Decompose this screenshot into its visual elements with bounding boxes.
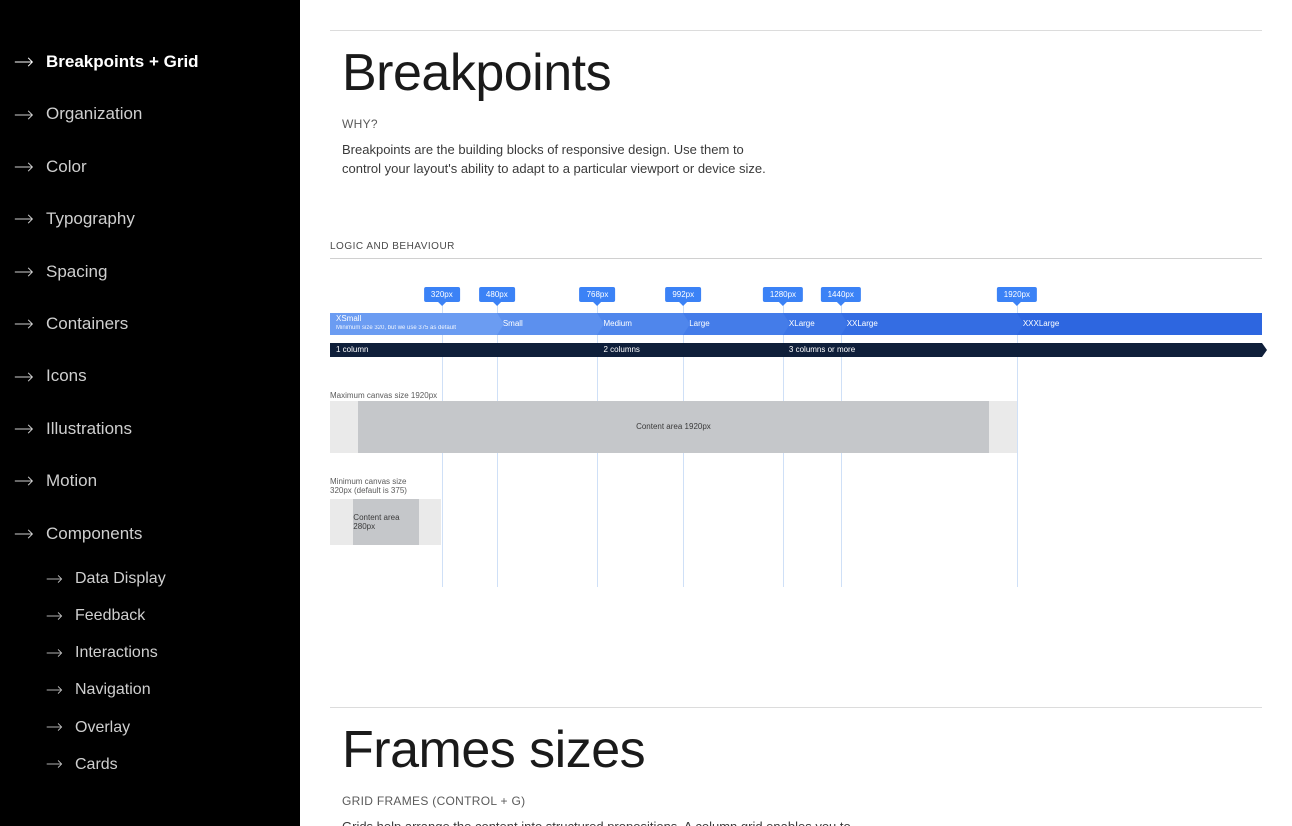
sidebar-subitem-2[interactable]: Interactions (46, 634, 300, 671)
section-divider (330, 30, 1262, 31)
breakpoint-marker: 1920px (997, 287, 1037, 302)
breakpoint-marker: 992px (665, 287, 701, 302)
sidebar-nav: Breakpoints + Grid Organization Color Typog… (0, 0, 300, 826)
sidebar-item-5[interactable]: Containers (0, 298, 300, 350)
arrow-right-icon (14, 318, 34, 330)
size-band: Small (497, 313, 598, 335)
sidebar-subitem-label: Cards (75, 755, 118, 774)
size-band: Large (683, 313, 783, 335)
size-band-label: XXLarge (847, 319, 878, 328)
size-band-label: XSmall (336, 315, 361, 324)
sidebar-subitem-1[interactable]: Feedback (46, 597, 300, 634)
column-band-label: 3 columns or more (789, 345, 855, 354)
breakpoint-guideline (1017, 295, 1018, 587)
sidebar-item-0[interactable]: Breakpoints + Grid (0, 36, 300, 88)
sidebar-item-label: Breakpoints + Grid (46, 52, 199, 72)
size-band-label: XLarge (789, 319, 815, 328)
arrow-right-icon (46, 759, 63, 769)
sidebar-item-label: Typography (46, 209, 135, 229)
sidebar-item-1[interactable]: Organization (0, 88, 300, 140)
size-band-label: XXXLarge (1023, 319, 1059, 328)
size-band: XLarge (783, 313, 841, 335)
column-band-label: 2 columns (603, 345, 639, 354)
size-bands-row: XSmallMinimum size 320, but we use 375 a… (330, 313, 1262, 335)
breakpoint-marker: 1280px (763, 287, 803, 302)
column-band: 2 columns (597, 343, 782, 357)
sidebar-item-4[interactable]: Spacing (0, 246, 300, 298)
arrow-right-icon (46, 611, 63, 621)
arrow-right-icon (14, 109, 34, 121)
size-band: XXXLarge (1017, 313, 1262, 335)
frames-subhead: GRID FRAMES (CONTROL + G) (342, 794, 1262, 808)
column-band: 3 columns or more (783, 343, 1262, 357)
arrow-right-icon (14, 161, 34, 173)
arrow-right-icon (46, 685, 63, 695)
sidebar-item-label: Spacing (46, 262, 107, 282)
sidebar-subitem-3[interactable]: Navigation (46, 671, 300, 708)
page-title-breakpoints: Breakpoints (342, 43, 1262, 103)
columns-row: 1 column 2 columns 3 columns or more (330, 343, 1262, 357)
size-band: XSmallMinimum size 320, but we use 375 a… (330, 313, 497, 335)
frames-body: Grids help arrange the content into stru… (342, 818, 862, 826)
sidebar-item-label: Organization (46, 104, 142, 124)
size-band-sublabel: Minimum size 320, but we use 375 as defa… (336, 325, 456, 332)
sidebar-item-label: Icons (46, 366, 87, 386)
arrow-right-icon (46, 574, 63, 584)
arrow-right-icon (46, 722, 63, 732)
arrow-right-icon (14, 475, 34, 487)
sidebar-item-2[interactable]: Color (0, 141, 300, 193)
sidebar-item-9[interactable]: Components (0, 508, 300, 560)
sidebar-item-6[interactable]: Icons (0, 350, 300, 402)
sidebar-sub-list: Data Display Feedback Interactions Navigati… (0, 560, 300, 783)
sidebar-subitem-0[interactable]: Data Display (46, 560, 300, 597)
arrow-right-icon (14, 266, 34, 278)
sidebar-item-label: Components (46, 524, 142, 544)
sidebar-item-label: Illustrations (46, 419, 132, 439)
breakpoints-diagram: 320px 480px 768px 992px 1280px 1440px 1920px XS… (330, 287, 1262, 587)
sidebar-subitem-label: Interactions (75, 643, 158, 662)
column-band-label: 1 column (336, 345, 368, 354)
max-canvas-label: Maximum canvas size 1920px (330, 391, 437, 400)
size-band-label: Medium (603, 319, 631, 328)
sidebar-subitem-label: Navigation (75, 680, 151, 699)
column-band: 1 column (330, 343, 597, 357)
sidebar-subitem-label: Feedback (75, 606, 145, 625)
sidebar-item-label: Motion (46, 471, 97, 491)
sidebar-subitem-4[interactable]: Overlay (46, 709, 300, 746)
breakpoint-marker: 1440px (821, 287, 861, 302)
why-label: WHY? (342, 117, 1262, 131)
arrow-right-icon (14, 213, 34, 225)
size-band-label: Large (689, 319, 709, 328)
size-band-label: Small (503, 319, 523, 328)
section-divider (330, 707, 1262, 708)
sidebar-item-3[interactable]: Typography (0, 193, 300, 245)
page-title-frames: Frames sizes (342, 720, 1262, 780)
arrow-right-icon (14, 56, 34, 68)
min-canvas-label: Minimum canvas size 320px (default is 37… (330, 477, 420, 496)
breakpoint-marker: 768px (580, 287, 616, 302)
breakpoint-marker: 320px (424, 287, 460, 302)
sidebar-subitem-label: Overlay (75, 718, 130, 737)
sidebar-subitem-5[interactable]: Cards (46, 746, 300, 783)
sidebar-item-label: Containers (46, 314, 128, 334)
breakpoint-marker: 480px (479, 287, 515, 302)
arrow-right-icon (46, 648, 63, 658)
sidebar-item-7[interactable]: Illustrations (0, 403, 300, 455)
min-content-block: Content area 280px (353, 499, 418, 545)
diagram-heading: LOGIC AND BEHAVIOUR (330, 241, 1262, 259)
sidebar-item-8[interactable]: Motion (0, 455, 300, 507)
sidebar-item-label: Color (46, 157, 87, 177)
size-band: XXLarge (841, 313, 1017, 335)
arrow-right-icon (14, 423, 34, 435)
size-band: Medium (597, 313, 683, 335)
main-content: Breakpoints WHY? Breakpoints are the bui… (300, 0, 1292, 826)
arrow-right-icon (14, 371, 34, 383)
max-content-block: Content area 1920px (358, 401, 989, 453)
why-body: Breakpoints are the building blocks of r… (342, 141, 772, 179)
sidebar-subitem-label: Data Display (75, 569, 166, 588)
arrow-right-icon (14, 528, 34, 540)
